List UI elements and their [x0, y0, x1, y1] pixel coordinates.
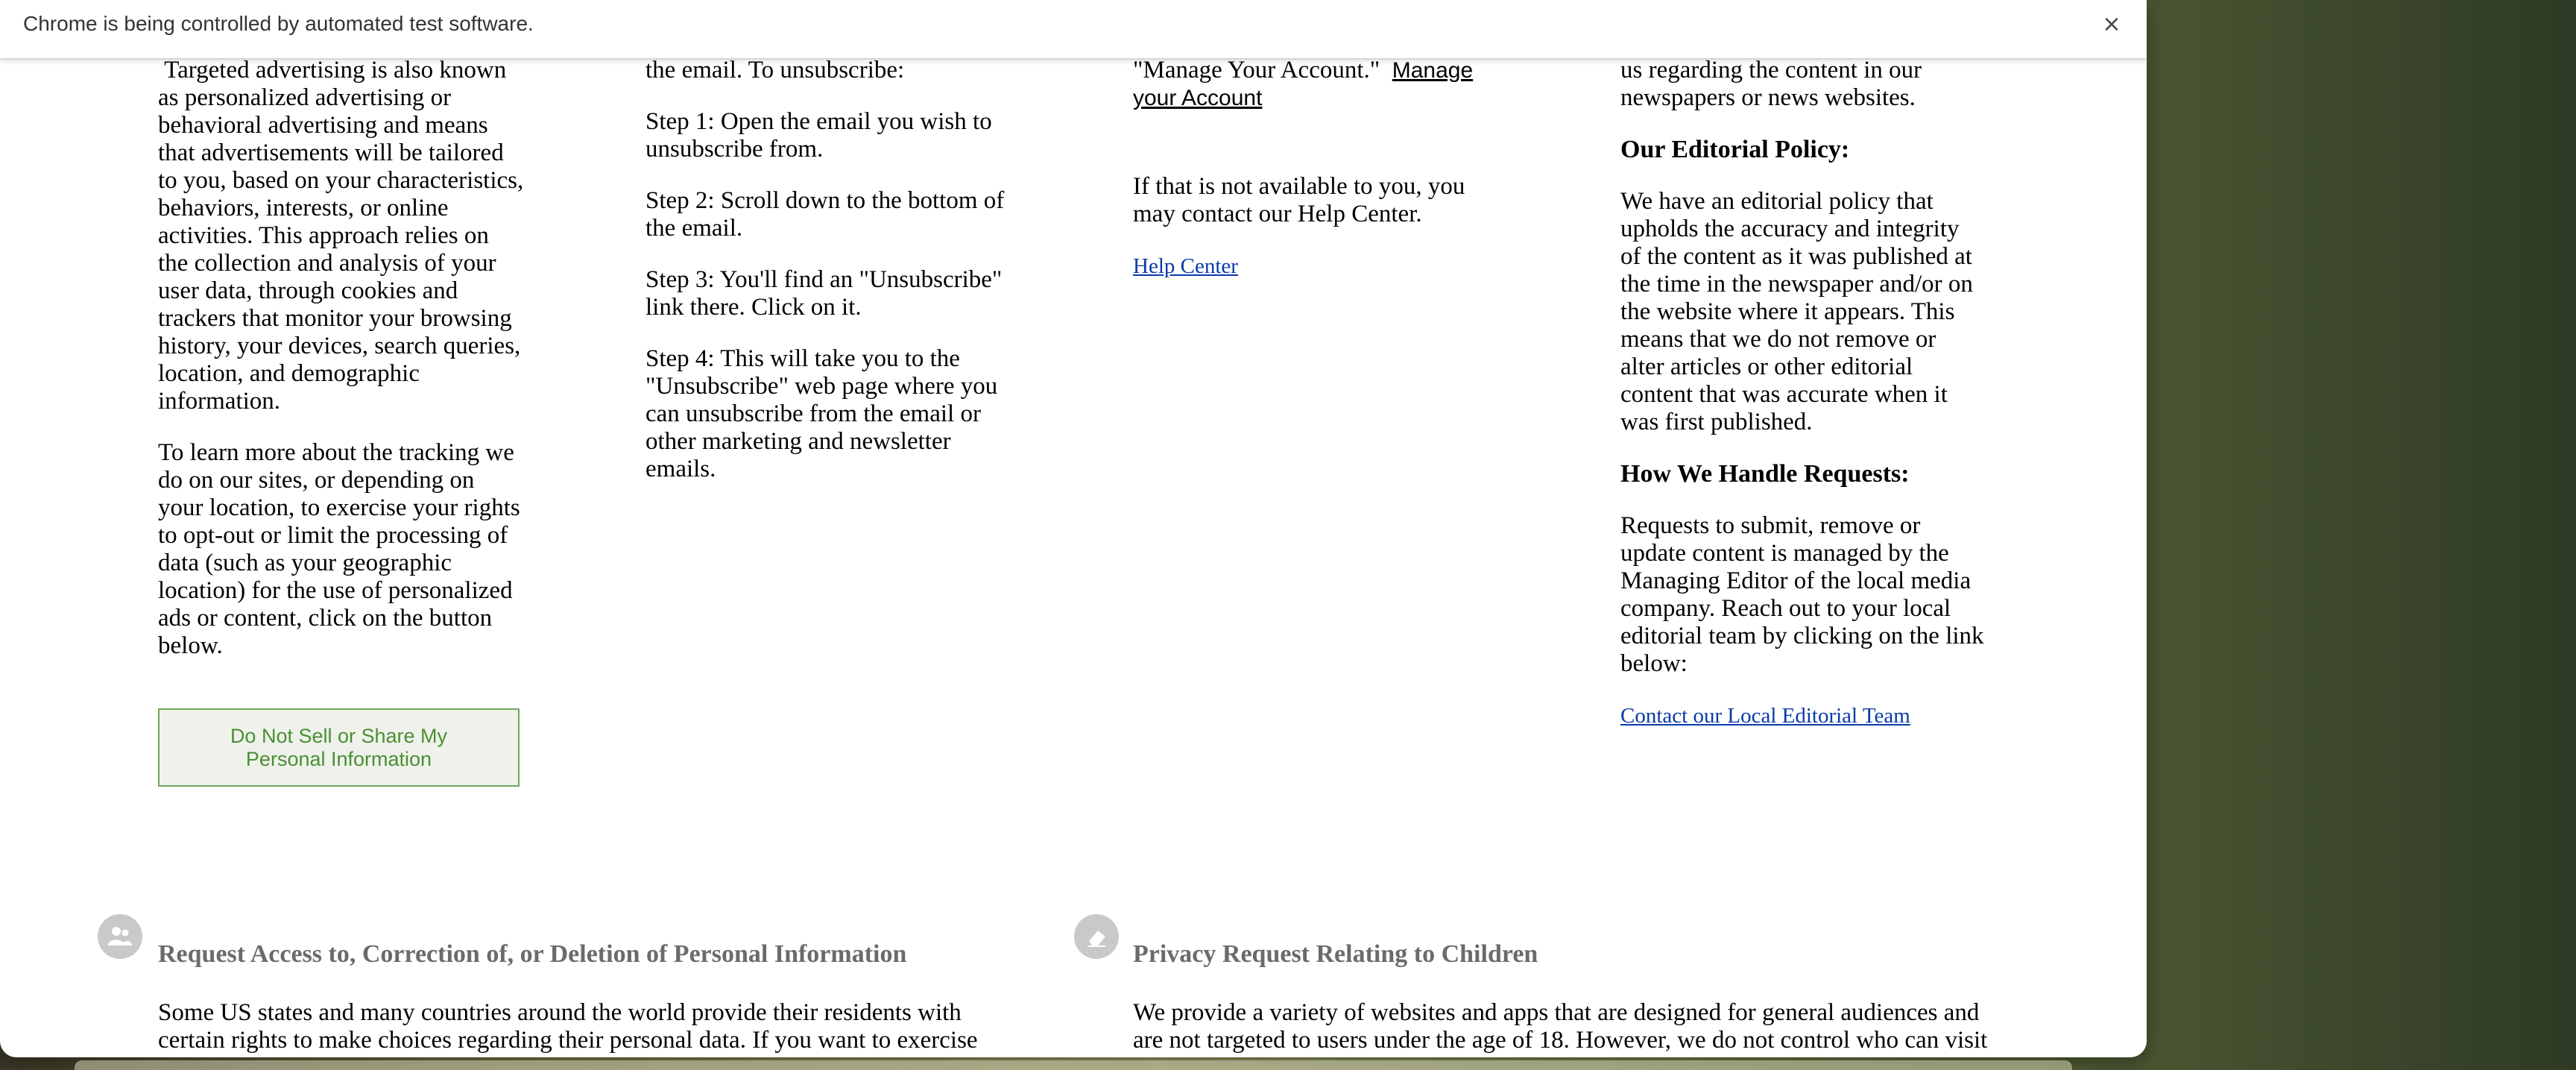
unsubscribe-step-4: Step 4: This will take you to the "Unsub…: [645, 345, 998, 482]
manage-account-paragraph: "Manage Your Account." Manage your Accou…: [1133, 57, 1491, 112]
manage-account-text: "Manage Your Account.": [1133, 57, 1380, 84]
access-section-body: Some US states and many countries around…: [158, 999, 978, 1057]
editorial-intro: us regarding the content in our newspape…: [1620, 57, 1922, 111]
tracking-paragraph: To learn more about the tracking we do o…: [158, 439, 520, 659]
unsubscribe-intro: the email. To unsubscribe:: [645, 57, 905, 84]
infobar-message: Chrome is being controlled by automated …: [23, 12, 534, 35]
person-icon: [98, 914, 142, 959]
do-not-sell-button[interactable]: Do Not Sell or Share My Personal Informa…: [158, 708, 520, 787]
unsubscribe-step-2: Step 2: Scroll down to the bottom of the…: [645, 187, 1005, 242]
access-section-title: Request Access to, Correction of, or Del…: [158, 940, 907, 968]
column-unsubscribe: the email. To unsubscribe: Step 1: Open …: [645, 57, 1011, 507]
children-section-body: We provide a variety of websites and app…: [1133, 999, 1988, 1054]
column-editorial: us regarding the content in our newspape…: [1620, 57, 1986, 754]
help-center-link-wrap: Help Center: [1133, 252, 1491, 280]
help-center-link[interactable]: Help Center: [1133, 254, 1238, 278]
handle-requests-heading: How We Handle Requests:: [1620, 460, 1910, 488]
close-icon[interactable]: ×: [2096, 9, 2127, 40]
browser-window: Chrome is being controlled by automated …: [0, 0, 2147, 1057]
contact-link-wrap: Contact our Local Editorial Team: [1620, 702, 1986, 730]
column-targeted-advertising: Targeted advertising is also known as pe…: [158, 57, 525, 684]
contact-editorial-link[interactable]: Contact our Local Editorial Team: [1620, 704, 1910, 728]
automation-infobar: Chrome is being controlled by automated …: [0, 0, 2147, 60]
unsubscribe-step-3: Step 3: You'll find an "Unsubscribe" lin…: [645, 266, 1003, 321]
unsubscribe-step-1: Step 1: Open the email you wish to unsub…: [645, 108, 992, 163]
handle-requests-paragraph: Requests to submit, remove or update con…: [1620, 512, 1984, 677]
children-section-title: Privacy Request Relating to Children: [1133, 940, 1538, 968]
desktop-dock: [75, 1060, 2072, 1070]
editorial-policy-paragraph: We have an editorial policy that upholds…: [1620, 188, 1973, 435]
column-manage-account: "Manage Your Account." Manage your Accou…: [1133, 57, 1491, 304]
editorial-policy-heading: Our Editorial Policy:: [1620, 136, 1850, 163]
targeted-ad-paragraph: Targeted advertising is also known as pe…: [158, 57, 524, 415]
eraser-icon: [1074, 914, 1119, 959]
help-center-paragraph: If that is not available to you, you may…: [1133, 173, 1465, 227]
